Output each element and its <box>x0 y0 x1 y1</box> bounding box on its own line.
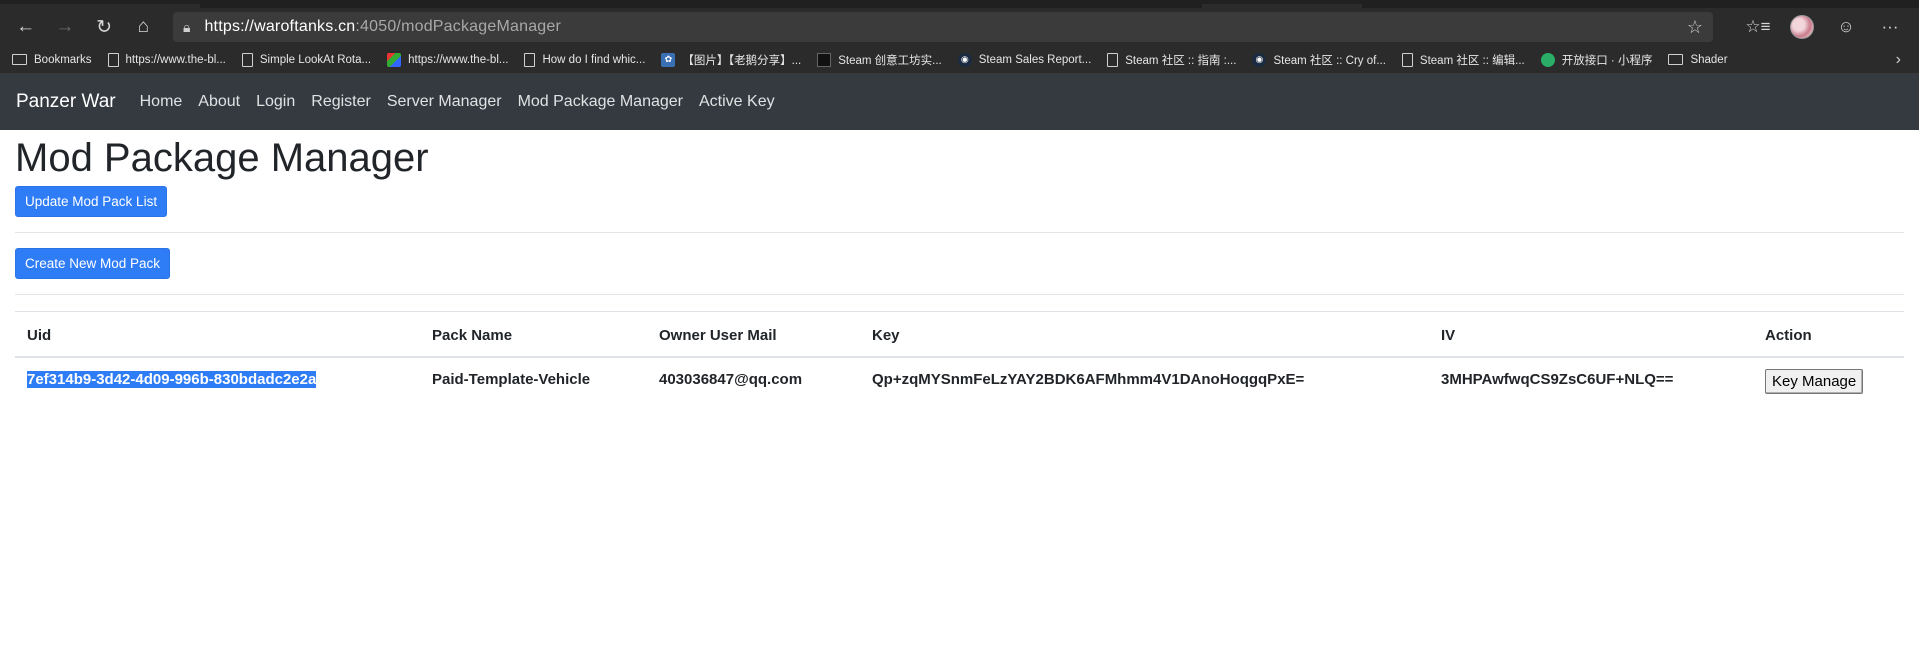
bookmark-item[interactable]: ◉ Steam Sales Report... <box>957 52 1092 67</box>
column-header-action: Action <box>1753 311 1904 358</box>
colorful-favicon-icon <box>387 52 402 67</box>
forward-icon[interactable]: → <box>51 12 78 42</box>
page-icon <box>1401 52 1413 67</box>
main-content: Mod Package Manager Update Mod Pack List… <box>0 134 1919 408</box>
picture-favicon-icon: ✿ <box>661 52 676 67</box>
table-row: 7ef314b9-3d42-4d09-996b-830bdadc2e2a Pai… <box>15 357 1904 408</box>
site-navbar: Panzer War Home About Login Register Ser… <box>0 74 1919 130</box>
steam-icon: ◉ <box>957 52 972 67</box>
bookmark-label: Steam 社区 :: 指南 :... <box>1125 54 1237 67</box>
bookmark-label: Steam 社区 :: Cry of... <box>1273 54 1386 67</box>
chevron-right-icon[interactable]: › <box>1896 51 1901 69</box>
key-manage-button[interactable]: Key Manage <box>1765 369 1864 394</box>
bookmark-label: Steam 社区 :: 编辑... <box>1419 54 1525 67</box>
profile-avatar[interactable] <box>1785 12 1819 42</box>
bookmark-item[interactable]: 开放接口 · 小程序 <box>1540 52 1653 68</box>
nav-link-mod-package-manager[interactable]: Mod Package Manager <box>518 93 683 111</box>
bookmark-label: Shader <box>1690 53 1728 66</box>
browser-tab[interactable] <box>0 4 200 8</box>
wechat-icon <box>1540 52 1555 67</box>
divider <box>15 232 1904 233</box>
bookmark-label: https://www.the-bl... <box>125 53 226 66</box>
cell-key: Qp+zqMYSnmFeLzYAY2BDK6AFMhmm4V1DAnoHoqgq… <box>872 371 1305 388</box>
folder-icon <box>12 54 27 65</box>
bookmark-item[interactable]: https://www.the-bl... <box>387 52 509 67</box>
steam-icon: ◉ <box>1252 52 1267 67</box>
favorites-icon[interactable]: ☆≡ <box>1741 12 1775 42</box>
cell-iv: 3MHPAwfwqCS9ZsC6UF+NLQ== <box>1441 371 1674 388</box>
nav-link-active-key[interactable]: Active Key <box>699 93 775 111</box>
page-icon <box>107 52 119 67</box>
bookmark-item[interactable]: Shader <box>1668 53 1728 66</box>
column-header-uid: Uid <box>15 311 420 358</box>
cell-uid[interactable]: 7ef314b9-3d42-4d09-996b-830bdadc2e2a <box>15 357 420 408</box>
page-title: Mod Package Manager <box>15 136 429 180</box>
nav-link-login[interactable]: Login <box>256 93 295 111</box>
bookmark-item[interactable]: Steam 社区 :: 编辑... <box>1401 52 1525 68</box>
bookmark-label: Steam 创意工坊实... <box>838 54 942 67</box>
create-new-mod-pack-button[interactable]: Create New Mod Pack <box>15 248 171 279</box>
column-header-owner-mail: Owner User Mail <box>647 311 860 358</box>
bookmarks-bar: Bookmarks https://www.the-bl... Simple L… <box>0 46 1919 74</box>
nav-link-home[interactable]: Home <box>140 93 183 111</box>
bookmark-label: Simple LookAt Rota... <box>259 53 372 66</box>
column-header-iv: IV <box>1429 311 1753 358</box>
bookmark-label: https://www.the-bl... <box>408 53 509 66</box>
bookmark-item[interactable]: How do I find whic... <box>524 52 646 67</box>
page-icon <box>1107 52 1119 67</box>
bookmark-item[interactable]: Bookmarks <box>12 54 92 66</box>
bookmark-label: 开放接口 · 小程序 <box>1561 54 1653 67</box>
bookmark-item[interactable]: ◉ Steam 社区 :: Cry of... <box>1252 52 1386 68</box>
mod-pack-table: Uid Pack Name Owner User Mail Key IV Act… <box>15 311 1904 408</box>
cell-action: Key Manage <box>1753 357 1904 408</box>
home-icon[interactable]: ⌂ <box>130 12 157 42</box>
brand-link[interactable]: Panzer War <box>16 91 116 113</box>
bookmark-label: 【图片】【老鹅分享】... <box>682 54 802 67</box>
nav-link-register[interactable]: Register <box>311 93 371 111</box>
bookmark-label: How do I find whic... <box>542 53 646 66</box>
column-header-key: Key <box>860 311 1429 358</box>
bookmark-item[interactable]: ✿ 【图片】【老鹅分享】... <box>661 52 801 68</box>
uid-text-selected[interactable]: 7ef314b9-3d42-4d09-996b-830bdadc2e2a <box>27 371 317 388</box>
more-icon[interactable]: ··· <box>1873 12 1907 42</box>
bookmark-label: Steam Sales Report... <box>978 53 1092 66</box>
bookmark-label: Bookmarks <box>34 53 92 66</box>
url-path: :4050/modPackageManager <box>355 18 562 35</box>
address-bar[interactable]: 🔒︎ https://waroftanks.cn:4050/modPackage… <box>173 12 1713 42</box>
back-icon[interactable]: ← <box>12 12 39 42</box>
cell-pack-name: Paid-Template-Vehicle <box>432 371 591 388</box>
feedback-icon[interactable]: ☺ <box>1829 12 1863 42</box>
browser-tab[interactable] <box>1202 4 1362 8</box>
page-icon <box>524 52 536 67</box>
column-header-pack-name: Pack Name <box>420 311 647 358</box>
divider <box>15 294 1904 295</box>
url-text[interactable]: https://waroftanks.cn:4050/modPackageMan… <box>204 18 561 36</box>
table-header-row: Uid Pack Name Owner User Mail Key IV Act… <box>15 311 1904 358</box>
browser-tab-strip <box>0 0 1919 8</box>
browser-toolbar: ← → ↻ ⌂ 🔒︎ https://waroftanks.cn:4050/mo… <box>0 8 1919 46</box>
dark-favicon-icon <box>817 52 832 67</box>
lock-icon[interactable]: 🔒︎ <box>183 19 190 36</box>
bookmark-item[interactable]: Simple LookAt Rota... <box>241 52 372 67</box>
nav-link-server-manager[interactable]: Server Manager <box>387 93 502 111</box>
avatar <box>1790 15 1814 39</box>
star-icon[interactable]: ☆ <box>1687 17 1703 38</box>
folder-icon <box>1668 54 1684 65</box>
bookmark-item[interactable]: Steam 社区 :: 指南 :... <box>1107 52 1236 68</box>
bookmark-item[interactable]: https://www.the-bl... <box>107 52 226 67</box>
cell-owner-mail: 403036847@qq.com <box>659 371 803 388</box>
nav-link-about[interactable]: About <box>198 93 240 111</box>
update-mod-pack-list-button[interactable]: Update Mod Pack List <box>15 186 168 217</box>
page-icon <box>241 52 253 67</box>
refresh-icon[interactable]: ↻ <box>91 12 118 42</box>
url-host: https://waroftanks.cn <box>204 18 356 35</box>
bookmark-item[interactable]: Steam 创意工坊实... <box>817 52 942 68</box>
